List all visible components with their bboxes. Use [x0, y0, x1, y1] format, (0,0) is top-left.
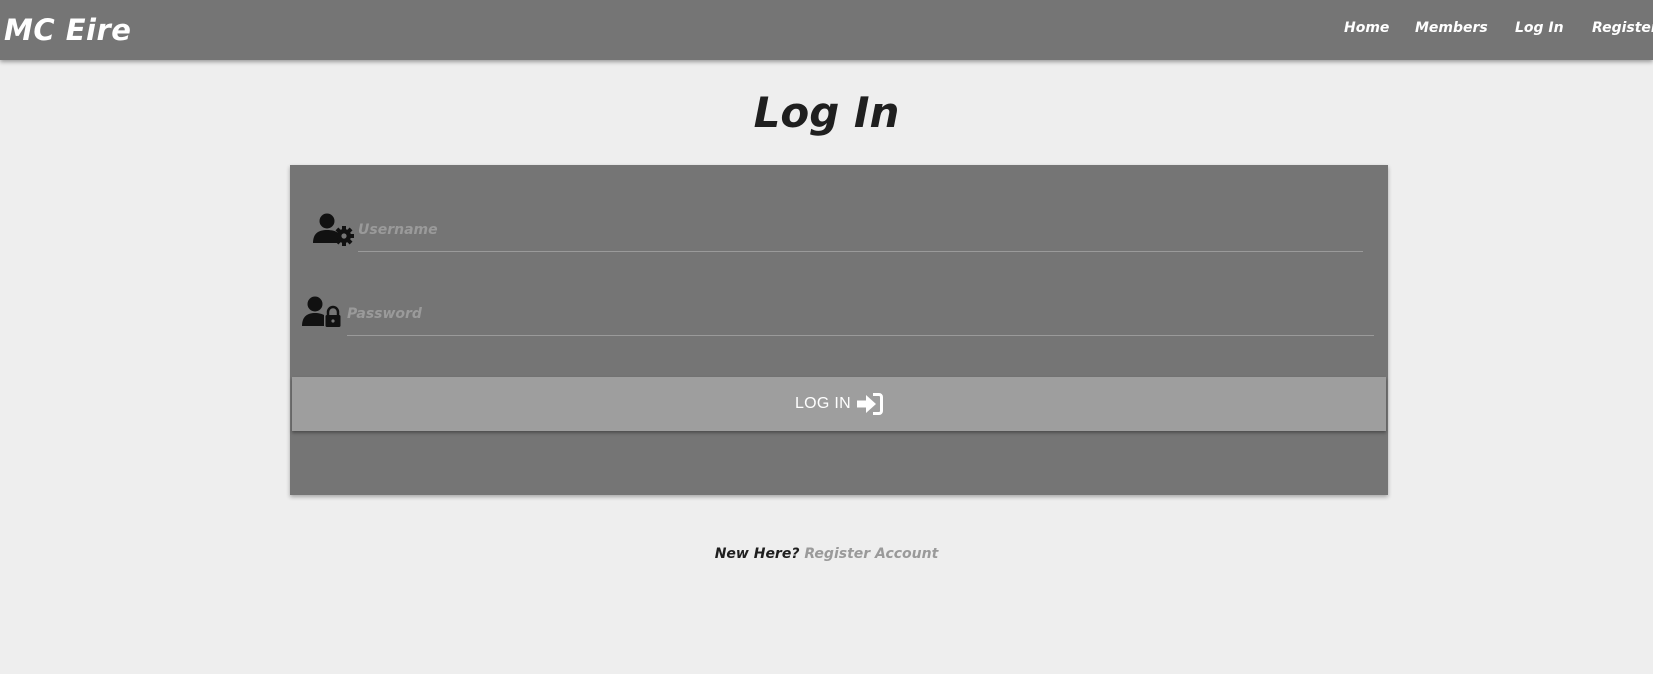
register-prompt: New Here? Register Account [0, 546, 1653, 562]
user-gear-icon [313, 212, 355, 250]
navbar: MC Eire Home Members Log In Register [0, 0, 1653, 60]
password-input[interactable] [347, 301, 1374, 336]
register-account-link[interactable]: Register Account [804, 546, 938, 562]
nav-link-home[interactable]: Home [1344, 20, 1389, 36]
user-lock-icon [302, 295, 344, 333]
page-title: Log In [753, 88, 900, 137]
login-button[interactable]: LOG IN [292, 377, 1386, 431]
username-input[interactable] [358, 217, 1363, 252]
password-field [301, 295, 1378, 339]
username-field [312, 211, 1367, 255]
login-card: LOG IN [290, 165, 1388, 495]
nav-link-members[interactable]: Members [1415, 20, 1488, 36]
sign-in-icon [857, 393, 884, 415]
register-prompt-text: New Here? [714, 546, 800, 562]
login-button-label: LOG IN [794, 395, 852, 412]
nav-link-login[interactable]: Log In [1515, 20, 1564, 36]
nav-links: Home Members Log In Register [0, 20, 1653, 42]
nav-link-register[interactable]: Register [1592, 20, 1653, 36]
